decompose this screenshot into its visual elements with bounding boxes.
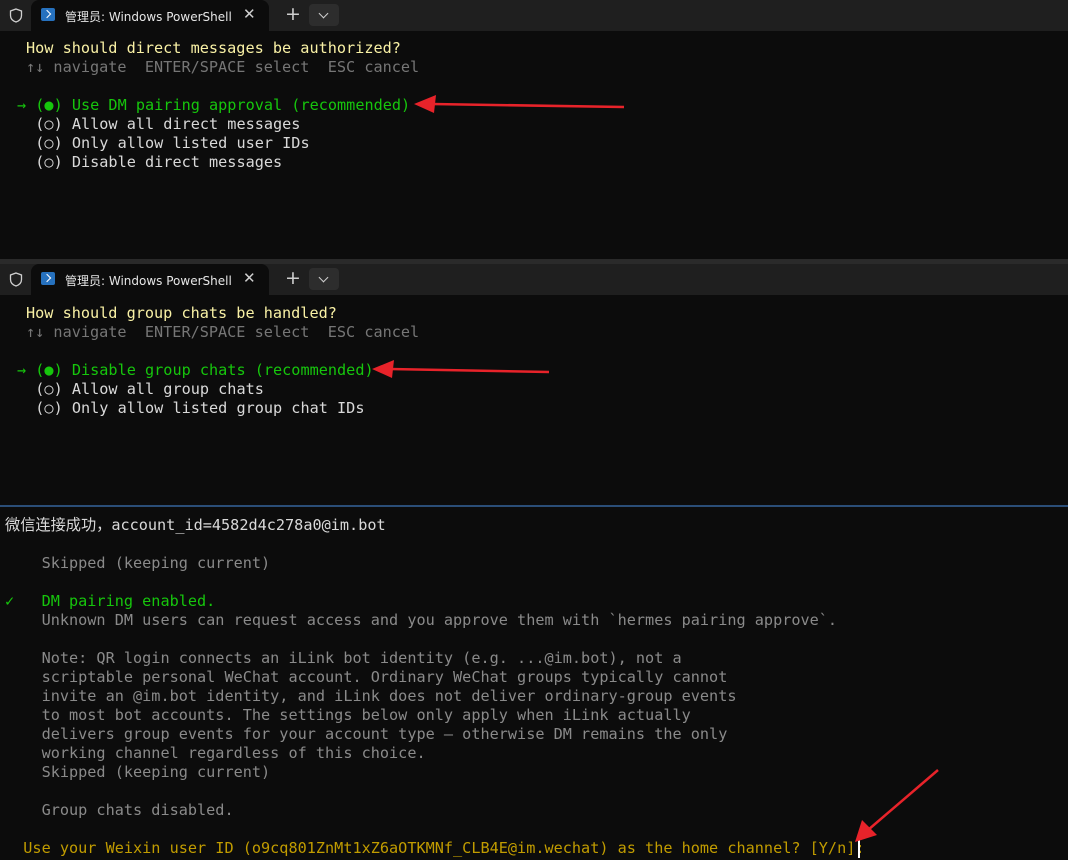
annotation-arrow-3	[855, 769, 939, 842]
annotation-arrow-1	[414, 95, 625, 113]
annotation-overlay	[372, 95, 939, 842]
annotation-arrow-2	[372, 360, 550, 378]
